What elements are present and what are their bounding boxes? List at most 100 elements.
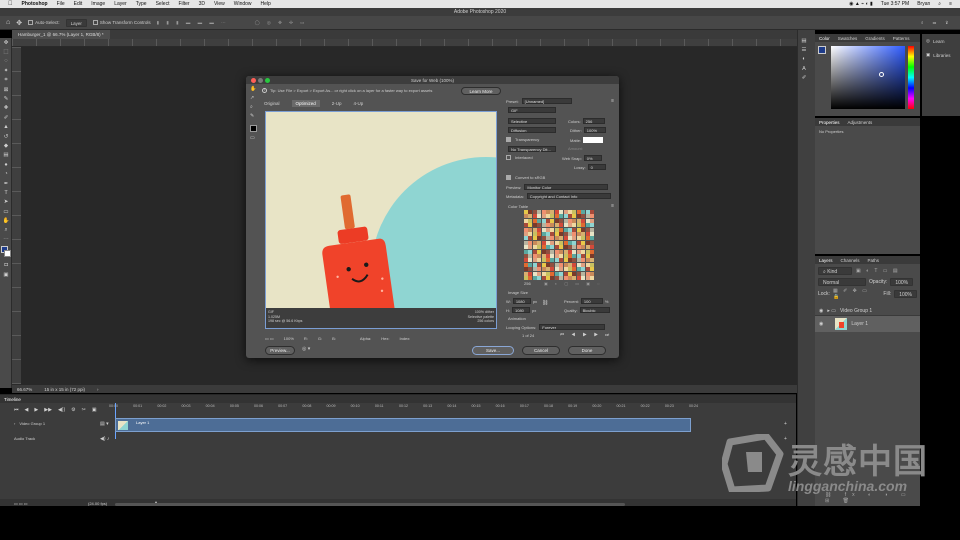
palette-swatch[interactable] — [546, 276, 550, 280]
palette-swatch[interactable] — [537, 236, 542, 241]
palette-swatch[interactable] — [581, 210, 586, 214]
eye-icon[interactable]: ◉ — [819, 308, 823, 314]
palette-swatch[interactable] — [550, 258, 555, 263]
palette-swatch[interactable] — [585, 223, 590, 228]
palette-swatch[interactable] — [581, 214, 586, 219]
palette-swatch[interactable] — [550, 276, 555, 280]
palette-swatch[interactable] — [554, 271, 559, 276]
palette-swatch[interactable] — [541, 240, 546, 245]
preset-menu-icon[interactable]: ≡ — [611, 98, 614, 104]
palette-swatch[interactable] — [532, 223, 537, 228]
palette-swatch[interactable] — [568, 218, 572, 223]
eraser-tool-icon[interactable]: ◆ — [0, 141, 12, 150]
palette-swatch[interactable] — [590, 271, 594, 276]
3d-mode-icons[interactable]: ◯ ◎ ✥ ✣ ▭ — [255, 20, 308, 26]
libraries-item[interactable]: ▣ Libraries — [922, 48, 960, 62]
palette-swatch[interactable] — [581, 267, 586, 272]
palette-swatch[interactable] — [532, 210, 537, 214]
palette-swatch[interactable] — [581, 232, 586, 236]
home-icon[interactable]: ⌂ — [6, 19, 10, 26]
video-clip[interactable]: Layer 1 — [115, 418, 691, 432]
palette-swatch[interactable] — [572, 210, 577, 214]
palette-swatch[interactable] — [590, 236, 594, 241]
palette-swatch[interactable] — [576, 227, 581, 232]
palette-swatch[interactable] — [532, 232, 537, 236]
palette-swatch[interactable] — [581, 258, 586, 263]
marquee-tool-icon[interactable]: ⬚ — [0, 47, 12, 56]
palette-swatch[interactable] — [585, 240, 590, 245]
link-icon[interactable]: ⛓ — [542, 300, 548, 306]
audio-icon[interactable]: ◀)) — [58, 407, 65, 413]
palette-swatch[interactable] — [568, 227, 572, 232]
palette-swatch[interactable] — [546, 258, 550, 263]
palette-swatch[interactable] — [585, 276, 590, 280]
palette-swatch[interactable] — [559, 240, 564, 245]
palette-swatch[interactable] — [532, 267, 537, 272]
palette-swatch[interactable] — [572, 214, 577, 219]
more-tools-icon[interactable]: ⋯ — [0, 235, 12, 244]
palette-swatch[interactable] — [572, 258, 577, 263]
preset-select[interactable]: [Unnamed] — [521, 98, 572, 104]
palette-swatch[interactable] — [568, 232, 572, 236]
palette-swatch[interactable] — [554, 223, 559, 228]
palette-swatch[interactable] — [572, 249, 577, 254]
palette-swatch[interactable] — [546, 267, 550, 272]
cancel-button[interactable]: Cancel — [522, 346, 560, 355]
palette-swatch[interactable] — [546, 271, 550, 276]
palette-swatch[interactable] — [524, 258, 528, 263]
palette-swatch[interactable] — [554, 236, 559, 241]
brush-settings-icon[interactable]: ✐ — [798, 74, 810, 83]
palette-swatch[interactable] — [590, 245, 594, 250]
palette-swatch[interactable] — [554, 214, 559, 219]
palette-swatch[interactable] — [576, 214, 581, 219]
browser-preview-icon[interactable]: ◎ ▾ — [302, 346, 310, 352]
palette-swatch[interactable] — [585, 245, 590, 250]
palette-swatch[interactable] — [537, 232, 542, 236]
film-icon[interactable]: ▤ ▾ — [100, 421, 109, 427]
palette-swatch[interactable] — [559, 245, 564, 250]
palette-swatch[interactable] — [559, 271, 564, 276]
palette-swatch[interactable] — [563, 271, 568, 276]
expand-icon[interactable]: › — [14, 421, 15, 426]
tab-channels[interactable]: Channels — [841, 258, 860, 263]
palette-swatch[interactable] — [572, 232, 577, 236]
palette-swatch[interactable] — [585, 236, 590, 241]
palette-swatch[interactable] — [550, 210, 555, 214]
brush-tool-icon[interactable]: ✐ — [0, 113, 12, 122]
stamp-tool-icon[interactable]: ▲ — [0, 123, 12, 132]
palette-swatch[interactable] — [563, 240, 568, 245]
palette-swatch[interactable] — [528, 240, 533, 245]
palette-swatch[interactable] — [550, 227, 555, 232]
palette-swatch[interactable] — [541, 232, 546, 236]
palette-swatch[interactable] — [563, 249, 568, 254]
palette-swatch[interactable] — [528, 227, 533, 232]
palette-swatch[interactable] — [568, 223, 572, 228]
palette-swatch[interactable] — [572, 271, 577, 276]
tab-paths[interactable]: Paths — [868, 258, 880, 263]
palette-swatch[interactable] — [563, 254, 568, 258]
learn-item[interactable]: ◎ Learn — [922, 34, 960, 48]
close-button[interactable] — [251, 77, 256, 83]
video-group-row[interactable]: › Video Group 1 — [14, 421, 45, 426]
palette-swatch[interactable] — [546, 245, 550, 250]
palette-swatch[interactable] — [528, 254, 533, 258]
palette-swatch[interactable] — [559, 249, 564, 254]
palette-swatch[interactable] — [554, 232, 559, 236]
palette-swatch[interactable] — [532, 254, 537, 258]
playback-controls[interactable]: ⏮ ◀ ▶ ▶ ⏭ — [560, 332, 612, 337]
palette-swatch[interactable] — [528, 249, 533, 254]
palette-swatch[interactable] — [563, 276, 568, 280]
fill-value[interactable]: 100% — [894, 290, 917, 298]
palette-swatch[interactable] — [524, 276, 528, 280]
doc-tab[interactable]: Hamburger_1 @ 66.7% (Layer 1, RGB/8) * — [12, 30, 110, 39]
align-icons[interactable]: ▮ ▮ ▮ ▬ ▬ ▬ ⋯ — [157, 20, 229, 26]
palette-swatch[interactable] — [572, 240, 577, 245]
palette-swatch[interactable] — [563, 227, 568, 232]
palette-swatch[interactable] — [554, 258, 559, 263]
search-icon[interactable]: ⌕ — [938, 1, 941, 7]
colors-field[interactable]: 256 — [582, 118, 605, 124]
palette-swatch[interactable] — [576, 254, 581, 258]
matte-swatch[interactable] — [583, 137, 604, 143]
palette-swatch[interactable] — [550, 240, 555, 245]
palette-swatch[interactable] — [546, 218, 550, 223]
